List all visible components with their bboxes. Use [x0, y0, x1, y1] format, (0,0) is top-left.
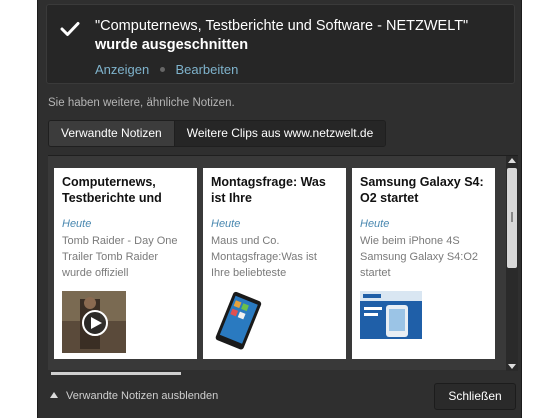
scroll-thumb[interactable] — [507, 168, 517, 268]
close-button[interactable]: Schließen — [434, 383, 516, 410]
horizontal-scrollbar[interactable] — [51, 372, 181, 375]
clip-title-line1: "Computernews, Testberichte und Software… — [95, 18, 469, 34]
hide-related-notes-label: Verwandte Notizen ausblenden — [66, 390, 219, 402]
note-card-snippet: Maus und Co. Montagsfrage:Was ist Ihre b… — [211, 235, 317, 279]
grip-icon — [511, 212, 513, 222]
note-card-date: Heute — [211, 218, 241, 230]
clip-actions: Anzeigen Bearbeiten — [95, 61, 238, 77]
note-card-date: Heute — [62, 218, 92, 230]
triangle-up-icon — [50, 392, 58, 398]
separator-dot-icon — [159, 67, 165, 73]
phone-thumbnail — [360, 291, 422, 339]
tab-bar: Verwandte Notizen Weitere Clips aus www.… — [48, 120, 387, 147]
note-card[interactable]: Samsung Galaxy S4: O2 startet Heute Wie … — [352, 168, 495, 359]
note-card-snippet: Wie beim iPhone 4S Samsung Galaxy S4:O2 … — [360, 235, 479, 279]
related-notes-hint: Sie haben weitere, ähnliche Notizen. — [48, 97, 235, 109]
related-notes-list: Computernews, Testberichte und Heute Tom… — [48, 155, 518, 371]
clip-confirmation-header: "Computernews, Testberichte und Software… — [46, 4, 515, 84]
clip-dialog: "Computernews, Testberichte und Software… — [37, 0, 522, 418]
note-card-title: Montagsfrage: Was ist Ihre — [211, 175, 326, 205]
video-thumbnail — [62, 291, 126, 353]
vertical-scrollbar[interactable] — [506, 156, 518, 371]
view-link[interactable]: Anzeigen — [95, 62, 149, 77]
scroll-up-arrow-icon[interactable] — [508, 158, 516, 163]
hide-related-notes-toggle[interactable]: Verwandte Notizen ausblenden — [50, 390, 218, 402]
edit-link[interactable]: Bearbeiten — [175, 62, 238, 77]
checkmark-icon — [60, 22, 80, 36]
scroll-down-arrow-icon[interactable] — [508, 364, 516, 369]
tab-related-notes[interactable]: Verwandte Notizen — [49, 121, 175, 146]
clip-title: "Computernews, Testberichte und Software… — [95, 17, 509, 55]
note-card-title: Computernews, Testberichte und — [62, 175, 162, 205]
clip-title-line2: wurde ausgeschnitten — [95, 37, 249, 53]
note-card[interactable]: Computernews, Testberichte und Heute Tom… — [54, 168, 197, 359]
note-card-snippet: Tomb Raider - Day One Trailer Tomb Raide… — [62, 235, 178, 279]
note-card-date: Heute — [360, 218, 390, 230]
tablet-thumbnail — [211, 291, 267, 353]
tab-more-clips[interactable]: Weitere Clips aus www.netzwelt.de — [174, 121, 386, 146]
note-card-title: Samsung Galaxy S4: O2 startet — [360, 175, 484, 205]
note-card[interactable]: Montagsfrage: Was ist Ihre Heute Maus un… — [203, 168, 346, 359]
